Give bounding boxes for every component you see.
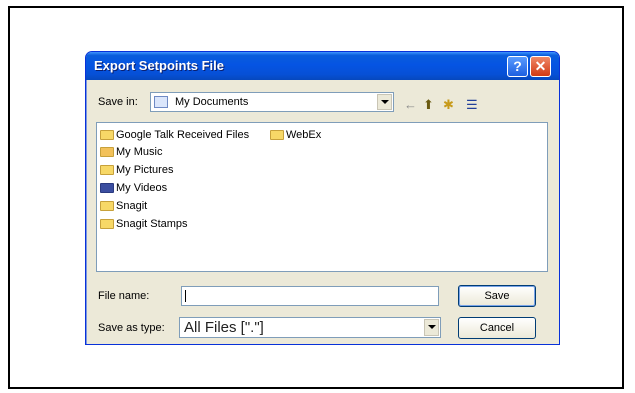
views-menu-icon[interactable]: ☰ (466, 97, 478, 113)
chevron-down-icon[interactable] (424, 319, 439, 336)
music-folder-icon (100, 147, 114, 157)
folder-icon (100, 219, 114, 229)
folder-icon (100, 130, 114, 140)
close-button[interactable]: ✕ (530, 56, 551, 77)
text-cursor (185, 290, 186, 302)
file-name-label: My Videos (116, 182, 168, 194)
file-name-label: Snagit Stamps (116, 218, 188, 230)
folder-icon (270, 130, 284, 140)
file-name-label: Google Talk Received Files (116, 129, 250, 141)
file-list[interactable]: Google Talk Received Files WebEx My Musi… (96, 122, 548, 272)
list-item[interactable]: WebEx (270, 127, 321, 143)
close-icon: ✕ (534, 58, 547, 74)
title-bar: Export Setpoints File ? ✕ (86, 52, 559, 80)
help-button[interactable]: ? (507, 56, 528, 77)
save-as-type-dropdown[interactable]: All Files ["."] (179, 317, 441, 338)
file-name-label: Snagit (116, 200, 148, 212)
chevron-down-icon[interactable] (377, 94, 392, 110)
list-item[interactable]: Snagit (100, 198, 147, 214)
list-item[interactable]: Google Talk Received Files (100, 127, 249, 143)
new-folder-icon[interactable]: ✱ (443, 97, 454, 113)
list-item[interactable]: Snagit Stamps (100, 216, 188, 232)
save-in-value: My Documents (175, 96, 249, 108)
file-name-label: My Music (116, 146, 163, 158)
my-documents-icon (154, 96, 168, 108)
save-as-type-label: Save as type: (98, 322, 165, 334)
pictures-folder-icon (100, 165, 114, 175)
file-name-label: File name: (98, 290, 150, 302)
up-folder-icon[interactable]: ⬆ (423, 97, 434, 113)
save-button[interactable]: Save (458, 285, 536, 307)
list-item[interactable]: My Videos (100, 180, 167, 196)
folder-icon (100, 201, 114, 211)
save-in-dropdown[interactable]: My Documents (150, 92, 394, 112)
export-setpoints-dialog: Export Setpoints File ? ✕ Save in: My Do… (85, 51, 560, 345)
help-icon: ? (513, 58, 522, 74)
list-item[interactable]: My Pictures (100, 162, 173, 178)
back-icon[interactable]: ← (404, 97, 417, 112)
save-as-type-value: All Files ["."] (184, 319, 264, 336)
dialog-title: Export Setpoints File (94, 58, 225, 73)
file-name-input[interactable] (181, 286, 439, 306)
save-in-label: Save in: (98, 96, 138, 108)
file-name-label: WebEx (286, 129, 322, 141)
cancel-button[interactable]: Cancel (458, 317, 536, 339)
list-item[interactable]: My Music (100, 144, 162, 160)
file-name-label: My Pictures (116, 164, 174, 176)
videos-folder-icon (100, 183, 114, 193)
